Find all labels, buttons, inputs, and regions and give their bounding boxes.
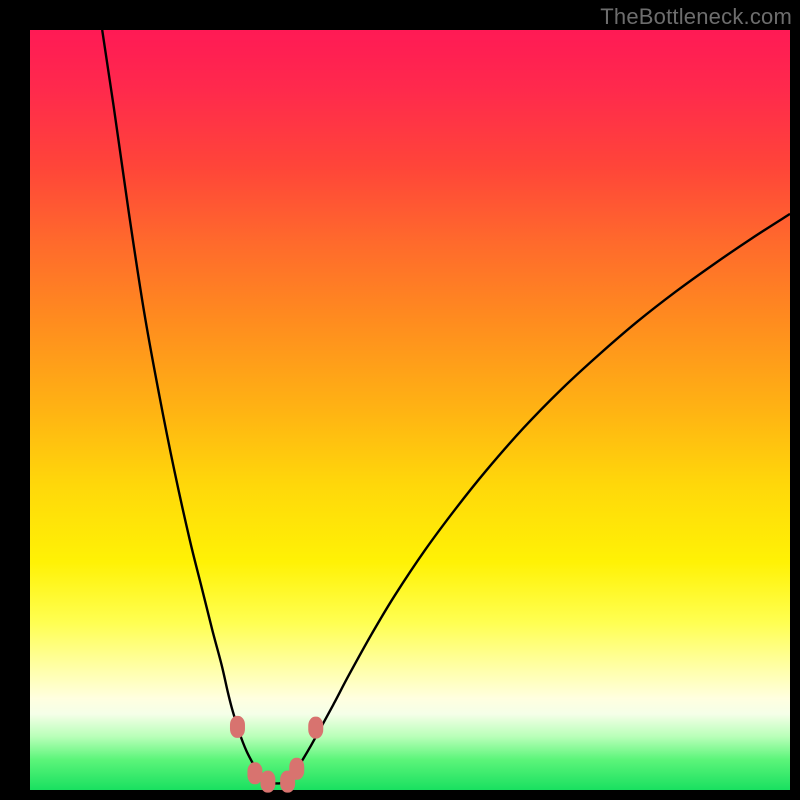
- curve-layer: [30, 30, 790, 790]
- efficiency-marker: [247, 762, 262, 784]
- markers-group: [230, 716, 323, 793]
- efficiency-marker: [289, 758, 304, 780]
- curve-left-branch: [102, 30, 265, 781]
- plot-area: [30, 30, 790, 790]
- efficiency-marker: [260, 771, 275, 793]
- chart-frame: TheBottleneck.com: [0, 0, 800, 800]
- efficiency-marker: [230, 716, 245, 738]
- efficiency-marker: [308, 717, 323, 739]
- curve-right-branch: [288, 214, 790, 781]
- watermark-text: TheBottleneck.com: [600, 4, 792, 30]
